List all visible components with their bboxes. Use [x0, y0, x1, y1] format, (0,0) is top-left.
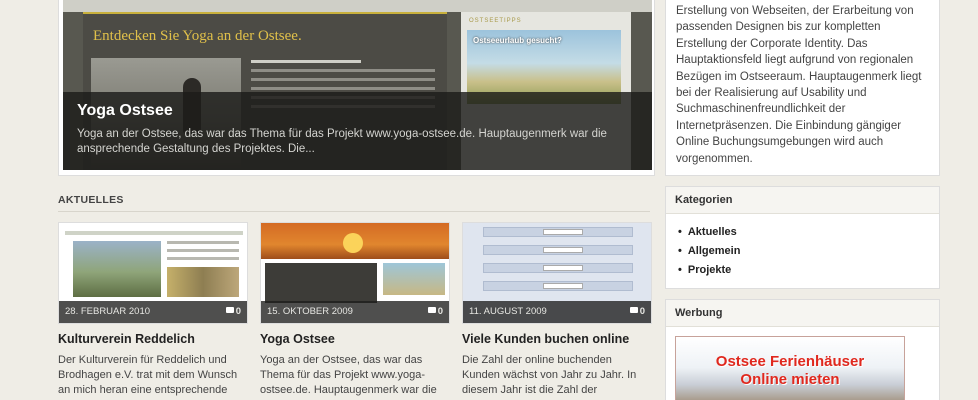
comment-count-value: 0: [235, 306, 241, 317]
post-excerpt: Der Kulturverein für Reddelich und Brodh…: [58, 354, 238, 400]
featured-slider[interactable]: Entdecken Sie Yoga an der Ostsee. OSTSEE…: [58, 0, 655, 176]
comment-count[interactable]: 0: [427, 306, 443, 317]
screenshot-heading: Entdecken Sie Yoga an der Ostsee.: [93, 28, 302, 44]
comment-icon: [629, 307, 638, 313]
post-date: 15. OKTOBER 2009: [267, 306, 353, 317]
category-link-projekte[interactable]: Projekte: [676, 261, 929, 280]
category-link-aktuelles[interactable]: Aktuelles: [676, 223, 929, 242]
comment-icon: [427, 307, 436, 313]
comment-count[interactable]: 0: [225, 306, 241, 317]
post-card: 15. OKTOBER 2009 0 Yoga Ostsee Yoga an d…: [260, 222, 450, 400]
ad-widget: Werbung Ostsee Ferienhäuser Online miete…: [665, 299, 940, 400]
category-link-allgemein[interactable]: Allgemein: [676, 242, 929, 261]
ad-text-line2: Online mieten: [740, 371, 840, 388]
section-title: AKTUELLES: [58, 194, 124, 206]
comment-count-value: 0: [639, 306, 645, 317]
featured-excerpt: Yoga an der Ostsee, das war das Thema fü…: [77, 128, 607, 155]
post-title[interactable]: Kulturverein Reddelich: [58, 332, 248, 346]
post-excerpt: Yoga an der Ostsee, das war das Thema fü…: [260, 354, 437, 400]
post-meta-bar: 15. OKTOBER 2009 0: [261, 301, 449, 323]
categories-widget: Kategorien Aktuelles Allgemein Projekte: [665, 186, 940, 289]
comment-count-value: 0: [437, 306, 443, 317]
post-meta-bar: 11. AUGUST 2009 0: [463, 301, 651, 323]
section-divider: [58, 211, 650, 212]
category-list: Aktuelles Allgemein Projekte: [666, 214, 939, 289]
about-widget: Erstellung von Webseiten, der Erarbeitun…: [665, 0, 940, 176]
ad-title: Werbung: [666, 300, 939, 327]
screenshot-side-label: OSTSEETIPPS: [469, 18, 522, 24]
post-card: 28. FEBRUAR 2010 0 Kulturverein Reddelic…: [58, 222, 248, 400]
comment-icon: [225, 307, 234, 313]
about-text: Erstellung von Webseiten, der Erarbeitun…: [676, 5, 922, 165]
post-thumbnail[interactable]: 15. OKTOBER 2009 0: [260, 222, 450, 324]
screenshot-beach-text: Ostseeurlaub gesucht?: [473, 36, 562, 45]
post-title[interactable]: Yoga Ostsee: [260, 332, 450, 346]
post-thumbnail[interactable]: 28. FEBRUAR 2010 0: [58, 222, 248, 324]
post-thumbnail[interactable]: 11. AUGUST 2009 0: [462, 222, 652, 324]
featured-caption: Yoga Ostsee Yoga an der Ostsee, das war …: [63, 92, 652, 170]
post-date: 28. FEBRUAR 2010: [65, 306, 151, 317]
ad-text-line1: Ostsee Ferienhäuser: [715, 353, 865, 370]
screenshot-header-bar: [63, 0, 652, 12]
featured-title[interactable]: Yoga Ostsee: [77, 101, 638, 121]
post-meta-bar: 28. FEBRUAR 2010 0: [59, 301, 247, 323]
post-card: 11. AUGUST 2009 0 Viele Kunden buchen on…: [462, 222, 652, 400]
post-title[interactable]: Viele Kunden buchen online: [462, 332, 652, 346]
post-date: 11. AUGUST 2009: [469, 306, 547, 317]
post-excerpt: Die Zahl der online buchenden Kunden wäc…: [462, 354, 637, 400]
categories-title: Kategorien: [666, 187, 939, 214]
ad-banner[interactable]: Ostsee Ferienhäuser Online mieten: [675, 336, 905, 400]
comment-count[interactable]: 0: [629, 306, 645, 317]
